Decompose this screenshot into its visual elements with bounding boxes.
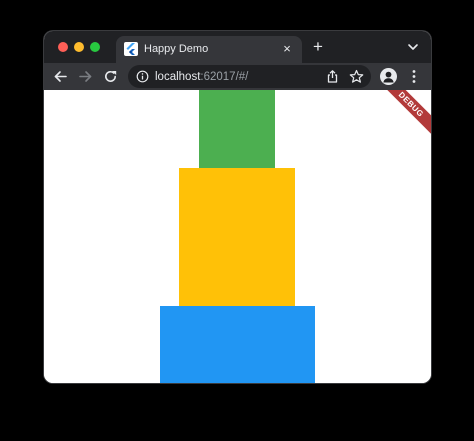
url-host: localhost <box>155 71 201 83</box>
profile-icon[interactable] <box>380 68 397 85</box>
kebab-menu-icon[interactable] <box>407 68 421 85</box>
chevron-down-icon[interactable] <box>405 39 421 55</box>
reload-icon[interactable] <box>102 68 119 85</box>
window-close-button[interactable] <box>58 42 68 52</box>
url-path: :62017/#/ <box>200 71 249 83</box>
flutter-icon <box>124 42 138 56</box>
tab-title: Happy Demo <box>144 43 209 55</box>
star-icon[interactable] <box>349 69 364 84</box>
tab-happy-demo[interactable]: Happy Demo × <box>116 36 302 63</box>
yellow-block <box>179 168 295 306</box>
window-minimize-button[interactable] <box>74 42 84 52</box>
browser-window: Happy Demo × + localhost:62017/#/ DEBUG <box>44 31 431 383</box>
info-icon[interactable] <box>136 70 149 83</box>
address-bar[interactable]: localhost:62017/#/ <box>128 65 371 88</box>
url-text[interactable]: localhost:62017/#/ <box>155 70 248 84</box>
tab-bar: Happy Demo × + <box>44 31 431 63</box>
new-tab-icon[interactable]: + <box>310 38 326 55</box>
tab-close-icon[interactable]: × <box>279 41 295 57</box>
window-maximize-button[interactable] <box>90 42 100 52</box>
flutter-app-viewport: DEBUG <box>44 90 431 383</box>
green-block <box>199 90 275 168</box>
arrow-right-icon[interactable] <box>77 68 94 85</box>
arrow-left-icon[interactable] <box>52 68 69 85</box>
share-icon[interactable] <box>325 69 340 84</box>
blue-block <box>160 306 315 383</box>
debug-banner: DEBUG <box>371 90 431 145</box>
browser-toolbar: localhost:62017/#/ <box>44 63 431 90</box>
